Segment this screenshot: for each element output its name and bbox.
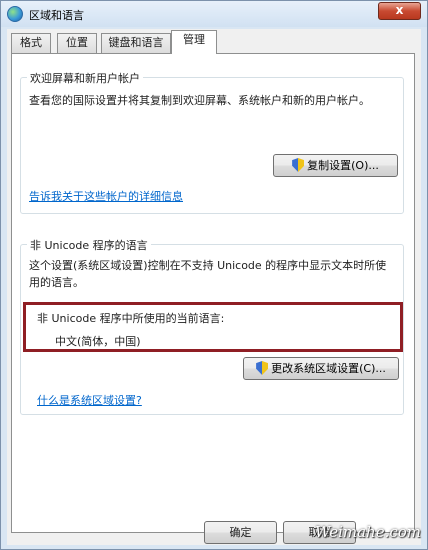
shield-icon [256,361,269,375]
welcome-description: 查看您的国际设置并将其复制到欢迎屏幕、系统帐户和新的用户帐户。 [29,94,370,107]
unicode-group-title: 非 Unicode 程序的语言 [27,237,151,253]
ok-button[interactable]: 确定 [204,521,277,544]
watermark-text: Weimahe.com [315,523,421,541]
shield-icon [292,158,305,172]
change-system-locale-label: 更改系统区域设置(C)... [271,362,386,375]
tab-location[interactable]: 位置 [57,33,97,53]
welcome-group: 欢迎屏幕和新用户帐户 查看您的国际设置并将其复制到欢迎屏幕、系统帐户和新的用户帐… [20,70,404,214]
current-language-value: 中文(简体，中国) [55,335,141,348]
tab-administrative[interactable]: 管理 [171,30,217,54]
unicode-group: 非 Unicode 程序的语言 这个设置(系统区域设置)控制在不支持 Unico… [20,237,404,415]
unicode-description-line2: 用的语言。 [29,276,84,289]
welcome-group-title: 欢迎屏幕和新用户帐户 [27,70,143,86]
change-system-locale-button[interactable]: 更改系统区域设置(C)... [243,357,399,380]
tab-format[interactable]: 格式 [11,33,51,53]
window-title: 区域和语言 [29,9,84,22]
tab-panel: 欢迎屏幕和新用户帐户 查看您的国际设置并将其复制到欢迎屏幕、系统帐户和新的用户帐… [11,53,415,533]
welcome-accounts-link[interactable]: 告诉我关于这些帐户的详细信息 [29,188,183,204]
globe-icon [7,6,23,22]
title-bar[interactable]: 区域和语言 x [1,1,427,27]
system-locale-help-link[interactable]: 什么是系统区域设置? [37,392,142,408]
current-language-label: 非 Unicode 程序中所使用的当前语言: [37,312,225,325]
unicode-description-line1: 这个设置(系统区域设置)控制在不支持 Unicode 的程序中显示文本时所使 [29,259,387,272]
tab-keyboard-language[interactable]: 键盘和语言 [101,33,171,53]
close-button[interactable]: x [378,2,421,20]
copy-settings-label: 复制设置(O)... [307,159,379,172]
dialog-window: 区域和语言 x 格式 位置 键盘和语言 管理 欢迎屏幕和新用户帐户 查看您的国际… [0,0,428,550]
dialog-client: 格式 位置 键盘和语言 管理 欢迎屏幕和新用户帐户 查看您的国际设置并将其复制到… [7,29,421,545]
copy-settings-button[interactable]: 复制设置(O)... [273,154,398,177]
